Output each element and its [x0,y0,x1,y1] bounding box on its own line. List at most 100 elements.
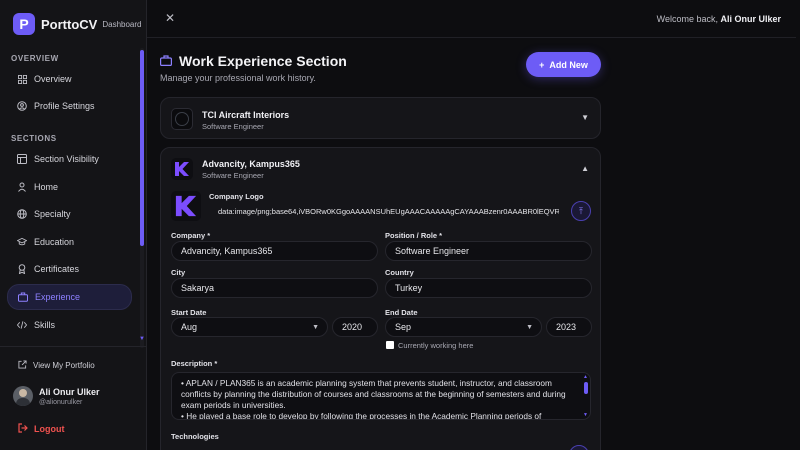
end-year-input[interactable]: 2023 [546,317,592,337]
company-logo-input[interactable]: data:image/png;base64,iVBORw0KGgoAAAANSU… [209,201,559,221]
sidebar-item-experience[interactable]: Experience [7,284,132,310]
welcome-message: Welcome back, Ali Onur Ulker [657,14,781,24]
start-year-input[interactable]: 2020 [332,317,378,337]
company-logo [171,108,193,130]
country-input[interactable]: Turkey [385,278,592,298]
globe-icon [17,209,27,219]
scroll-down-arrow-icon[interactable]: ▼ [583,412,588,418]
brand-name: PorttoCV [41,16,98,32]
experience-card[interactable]: TCI Aircraft Interiors Software Engineer… [160,97,601,139]
start-date-label: Start Date [171,308,207,317]
sidebar-scrollbar-thumb[interactable] [140,50,144,246]
brand[interactable]: P PorttoCV Dashboard [13,13,141,35]
company-name: TCI Aircraft Interiors [202,110,290,120]
end-month-select[interactable]: Sep ▼ [385,317,542,337]
page-subtitle: Manage your professional work history. [160,73,316,83]
start-month-value: Aug [181,322,198,332]
logout-icon [18,423,28,435]
sidebar-item-certificates[interactable]: Certificates [7,256,132,282]
company-role: Software Engineer [202,171,264,180]
sections-heading: SECTIONS [11,134,57,143]
sidebar-item-label: Certificates [34,264,80,274]
description-line: • APLAN / PLAN365 is an academic plannin… [181,378,566,410]
sidebar-item-label: Experience [35,292,81,302]
sidebar-item-label: Overview [34,74,72,84]
currently-working-checkbox[interactable] [386,341,394,349]
sidebar-item-skills[interactable]: Skills [7,312,132,338]
position-input[interactable]: Software Engineer [385,241,592,261]
top-bar: ✕ Welcome back, Ali Onur Ulker [147,0,800,38]
sidebar-item-label: Skills [34,320,56,330]
position-label: Position / Role * [385,231,443,240]
city-input[interactable]: Sakarya [171,278,378,298]
add-new-button[interactable]: + Add New [526,52,601,77]
user-profile[interactable]: Ali Onur Ulker @alionurulker [13,386,100,406]
welcome-name: Ali Onur Ulker [720,14,781,24]
sidebar-item-education[interactable]: Education [7,229,132,255]
brand-logo: P [13,13,35,35]
end-month-value: Sep [395,322,412,332]
experience-card-expanded: Advancity, Kampus365 Software Engineer ▲… [160,147,601,450]
briefcase-icon [18,292,28,302]
sidebar-item-section-visibility[interactable]: Section Visibility [7,146,132,172]
welcome-prefix: Welcome back, [656,14,718,24]
start-month-select[interactable]: Aug ▼ [171,317,328,337]
close-icon[interactable]: ✕ [165,11,175,25]
grid-icon [17,74,27,84]
user-handle: @alionurulker [39,398,83,406]
user-circle-icon [17,101,27,111]
sidebar-item-label: Home [34,182,59,192]
company-logo [171,158,193,180]
chevron-up-icon[interactable]: ▲ [581,164,589,173]
upload-icon[interactable]: ⤒ [571,201,591,221]
view-portfolio-link[interactable]: View My Portfolio [18,360,95,371]
description-scrollbar[interactable]: ▲ ▼ [583,374,588,418]
award-icon [17,264,27,274]
external-link-icon [18,360,27,371]
chevron-down-icon[interactable]: ▼ [581,113,589,122]
technologies-label: Technologies [171,432,219,441]
company-logo-preview [171,191,201,221]
sidebar-item-home[interactable]: Home [7,174,132,200]
description-label: Description * [171,359,218,368]
company-name: Advancity, Kampus365 [202,159,300,169]
add-technology-button[interactable] [569,445,589,450]
sidebar-item-profile-settings[interactable]: Profile Settings [7,93,132,119]
user-icon [17,182,27,192]
sidebar-item-label: Specialty [34,209,71,219]
app-root: P PorttoCV Dashboard OVERVIEW Overview P… [0,0,800,450]
page-title: Work Experience Section [160,53,347,69]
plus-icon: + [539,59,545,70]
logout-label: Logout [34,424,65,434]
company-logo-label: Company Logo [209,192,264,201]
description-scrollbar-thumb[interactable] [584,382,588,394]
briefcase-icon [160,53,173,69]
sidebar-item-specialty[interactable]: Specialty [7,201,132,227]
sidebar-item-label: Section Visibility [34,154,99,164]
city-label: City [171,268,186,277]
description-line: • He played a base role to develop by fo… [181,411,542,420]
sidebar-item-label: Profile Settings [34,101,95,111]
scroll-down-arrow-icon[interactable]: ▼ [139,336,145,342]
avatar [13,386,33,406]
page-scrollbar[interactable] [796,0,800,450]
logout-button[interactable]: Logout [18,423,65,435]
scroll-up-arrow-icon[interactable]: ▲ [583,374,588,380]
chevron-down-icon: ▼ [312,323,319,331]
view-portfolio-label: View My Portfolio [33,361,95,370]
currently-working-label: Currently working here [398,341,474,350]
graduation-cap-icon [17,237,27,247]
sidebar: P PorttoCV Dashboard OVERVIEW Overview P… [0,0,147,450]
sidebar-item-overview[interactable]: Overview [7,66,132,92]
country-label: Country [385,268,414,277]
brand-subtitle: Dashboard [102,19,142,29]
sidebar-item-label: Education [34,237,75,247]
page-title-text: Work Experience Section [179,53,347,69]
sidebar-divider [0,346,147,347]
company-input[interactable]: Advancity, Kampus365 [171,241,378,261]
overview-heading: OVERVIEW [11,54,59,63]
add-new-label: Add New [549,59,588,70]
description-textarea[interactable]: • APLAN / PLAN365 is an academic plannin… [171,372,591,420]
user-name: Ali Onur Ulker [39,386,100,397]
company-label: Company * [171,231,211,240]
